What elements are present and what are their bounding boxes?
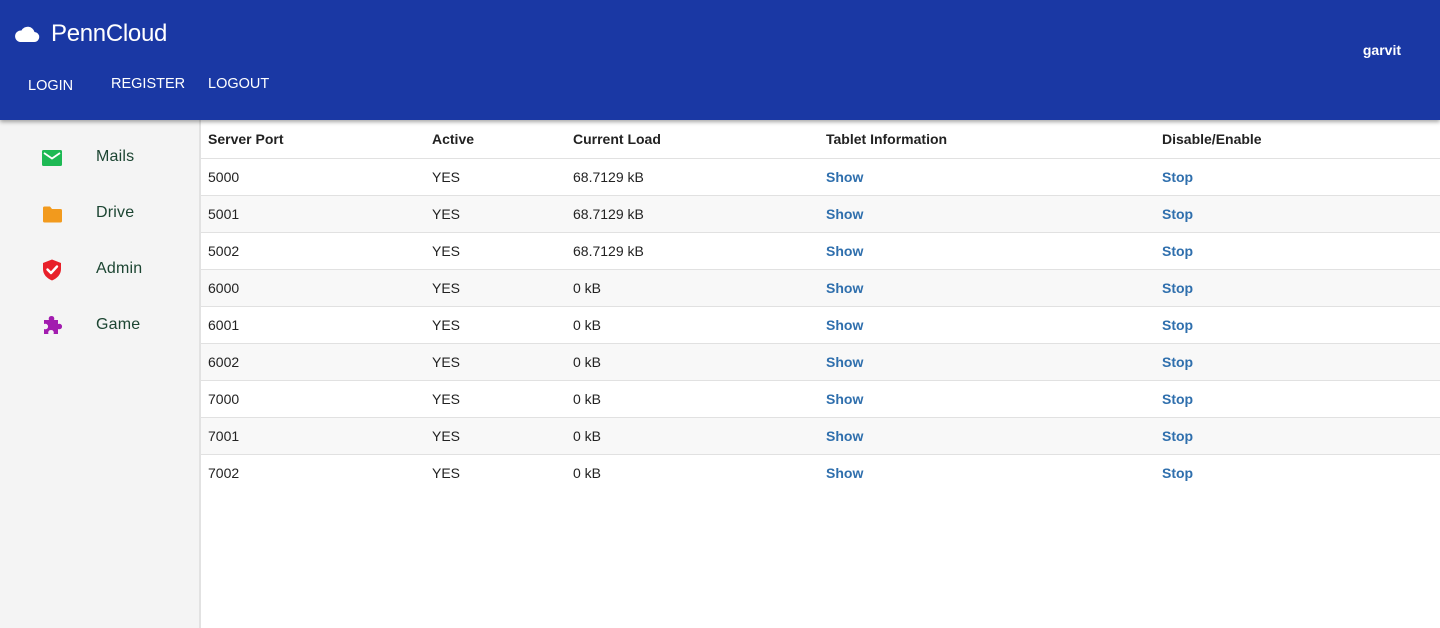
current-load-cell: 0 kB	[566, 305, 819, 343]
stop-server-link[interactable]: Stop	[1162, 465, 1193, 481]
sidebar-item-mails[interactable]: Mails	[0, 138, 199, 178]
column-header-server-port: Server Port	[208, 130, 284, 147]
sidebar-item-drive[interactable]: Drive	[0, 194, 199, 234]
show-tablet-link[interactable]: Show	[826, 391, 863, 407]
show-tablet-link[interactable]: Show	[826, 206, 863, 222]
active-cell: YES	[425, 342, 566, 380]
sidebar-item-label: Drive	[96, 204, 135, 221]
cloud-icon	[14, 25, 40, 43]
stop-server-link[interactable]: Stop	[1162, 391, 1193, 407]
app-header: PennCloud garvit LOGIN REGISTER LOGOUT	[0, 0, 1440, 120]
shield-check-icon	[41, 259, 63, 281]
sidebar: Mails Drive Admin Game	[0, 120, 201, 628]
column-header-disable-enable: Disable/Enable	[1162, 130, 1262, 147]
current-load-cell: 68.7129 kB	[566, 194, 819, 232]
sidebar-item-admin[interactable]: Admin	[0, 250, 199, 290]
logout-link[interactable]: LOGOUT	[208, 76, 269, 92]
current-load-cell: 0 kB	[566, 379, 819, 417]
server-port-cell: 7000	[201, 379, 425, 417]
show-tablet-link[interactable]: Show	[826, 280, 863, 296]
folder-icon	[41, 203, 63, 225]
register-link[interactable]: REGISTER	[111, 76, 185, 92]
puzzle-icon	[41, 315, 63, 337]
server-port-cell: 7001	[201, 416, 425, 454]
active-cell: YES	[425, 379, 566, 417]
table-row: 7000 YES 0 kB Show Stop	[201, 379, 1440, 417]
column-header-tablet-information: Tablet Information	[826, 130, 948, 147]
server-port-cell: 7002	[201, 453, 425, 491]
table-header-row: Server Port Active Current Load Tablet I…	[201, 120, 1440, 158]
mail-icon	[41, 147, 63, 169]
current-load-cell: 68.7129 kB	[566, 231, 819, 269]
servers-table: Server Port Active Current Load Tablet I…	[201, 120, 1440, 491]
table-row: 6000 YES 0 kB Show Stop	[201, 268, 1440, 306]
server-port-cell: 5000	[201, 157, 425, 195]
show-tablet-link[interactable]: Show	[826, 317, 863, 333]
stop-server-link[interactable]: Stop	[1162, 169, 1193, 185]
login-link[interactable]: LOGIN	[28, 78, 73, 94]
brand[interactable]: PennCloud	[14, 20, 167, 48]
show-tablet-link[interactable]: Show	[826, 243, 863, 259]
table-row: 5000 YES 68.7129 kB Show Stop	[201, 157, 1440, 195]
active-cell: YES	[425, 268, 566, 306]
server-port-cell: 5002	[201, 231, 425, 269]
stop-server-link[interactable]: Stop	[1162, 243, 1193, 259]
stop-server-link[interactable]: Stop	[1162, 280, 1193, 296]
table-row: 7001 YES 0 kB Show Stop	[201, 416, 1440, 454]
current-load-cell: 0 kB	[566, 453, 819, 491]
username[interactable]: garvit	[1363, 42, 1401, 58]
stop-server-link[interactable]: Stop	[1162, 354, 1193, 370]
sidebar-item-game[interactable]: Game	[0, 306, 199, 346]
column-header-active: Active	[432, 130, 475, 147]
server-port-cell: 6002	[201, 342, 425, 380]
column-header-current-load: Current Load	[573, 130, 661, 147]
sidebar-item-label: Admin	[96, 260, 143, 277]
stop-server-link[interactable]: Stop	[1162, 317, 1193, 333]
active-cell: YES	[425, 416, 566, 454]
show-tablet-link[interactable]: Show	[826, 354, 863, 370]
active-cell: YES	[425, 231, 566, 269]
active-cell: YES	[425, 157, 566, 195]
active-cell: YES	[425, 305, 566, 343]
server-port-cell: 6001	[201, 305, 425, 343]
servers-panel: Server Port Active Current Load Tablet I…	[201, 120, 1440, 491]
current-load-cell: 0 kB	[566, 268, 819, 306]
current-load-cell: 0 kB	[566, 416, 819, 454]
stop-server-link[interactable]: Stop	[1162, 206, 1193, 222]
show-tablet-link[interactable]: Show	[826, 169, 863, 185]
active-cell: YES	[425, 453, 566, 491]
show-tablet-link[interactable]: Show	[826, 465, 863, 481]
current-load-cell: 68.7129 kB	[566, 157, 819, 195]
server-port-cell: 5001	[201, 194, 425, 232]
table-row: 7002 YES 0 kB Show Stop	[201, 453, 1440, 491]
brand-title: PennCloud	[51, 20, 168, 47]
sidebar-item-label: Mails	[96, 148, 135, 165]
table-row: 5002 YES 68.7129 kB Show Stop	[201, 231, 1440, 269]
active-cell: YES	[425, 194, 566, 232]
current-load-cell: 0 kB	[566, 342, 819, 380]
server-port-cell: 6000	[201, 268, 425, 306]
show-tablet-link[interactable]: Show	[826, 428, 863, 444]
stop-server-link[interactable]: Stop	[1162, 428, 1193, 444]
sidebar-item-label: Game	[96, 316, 141, 333]
table-row: 6002 YES 0 kB Show Stop	[201, 342, 1440, 380]
table-row: 5001 YES 68.7129 kB Show Stop	[201, 194, 1440, 232]
table-row: 6001 YES 0 kB Show Stop	[201, 305, 1440, 343]
